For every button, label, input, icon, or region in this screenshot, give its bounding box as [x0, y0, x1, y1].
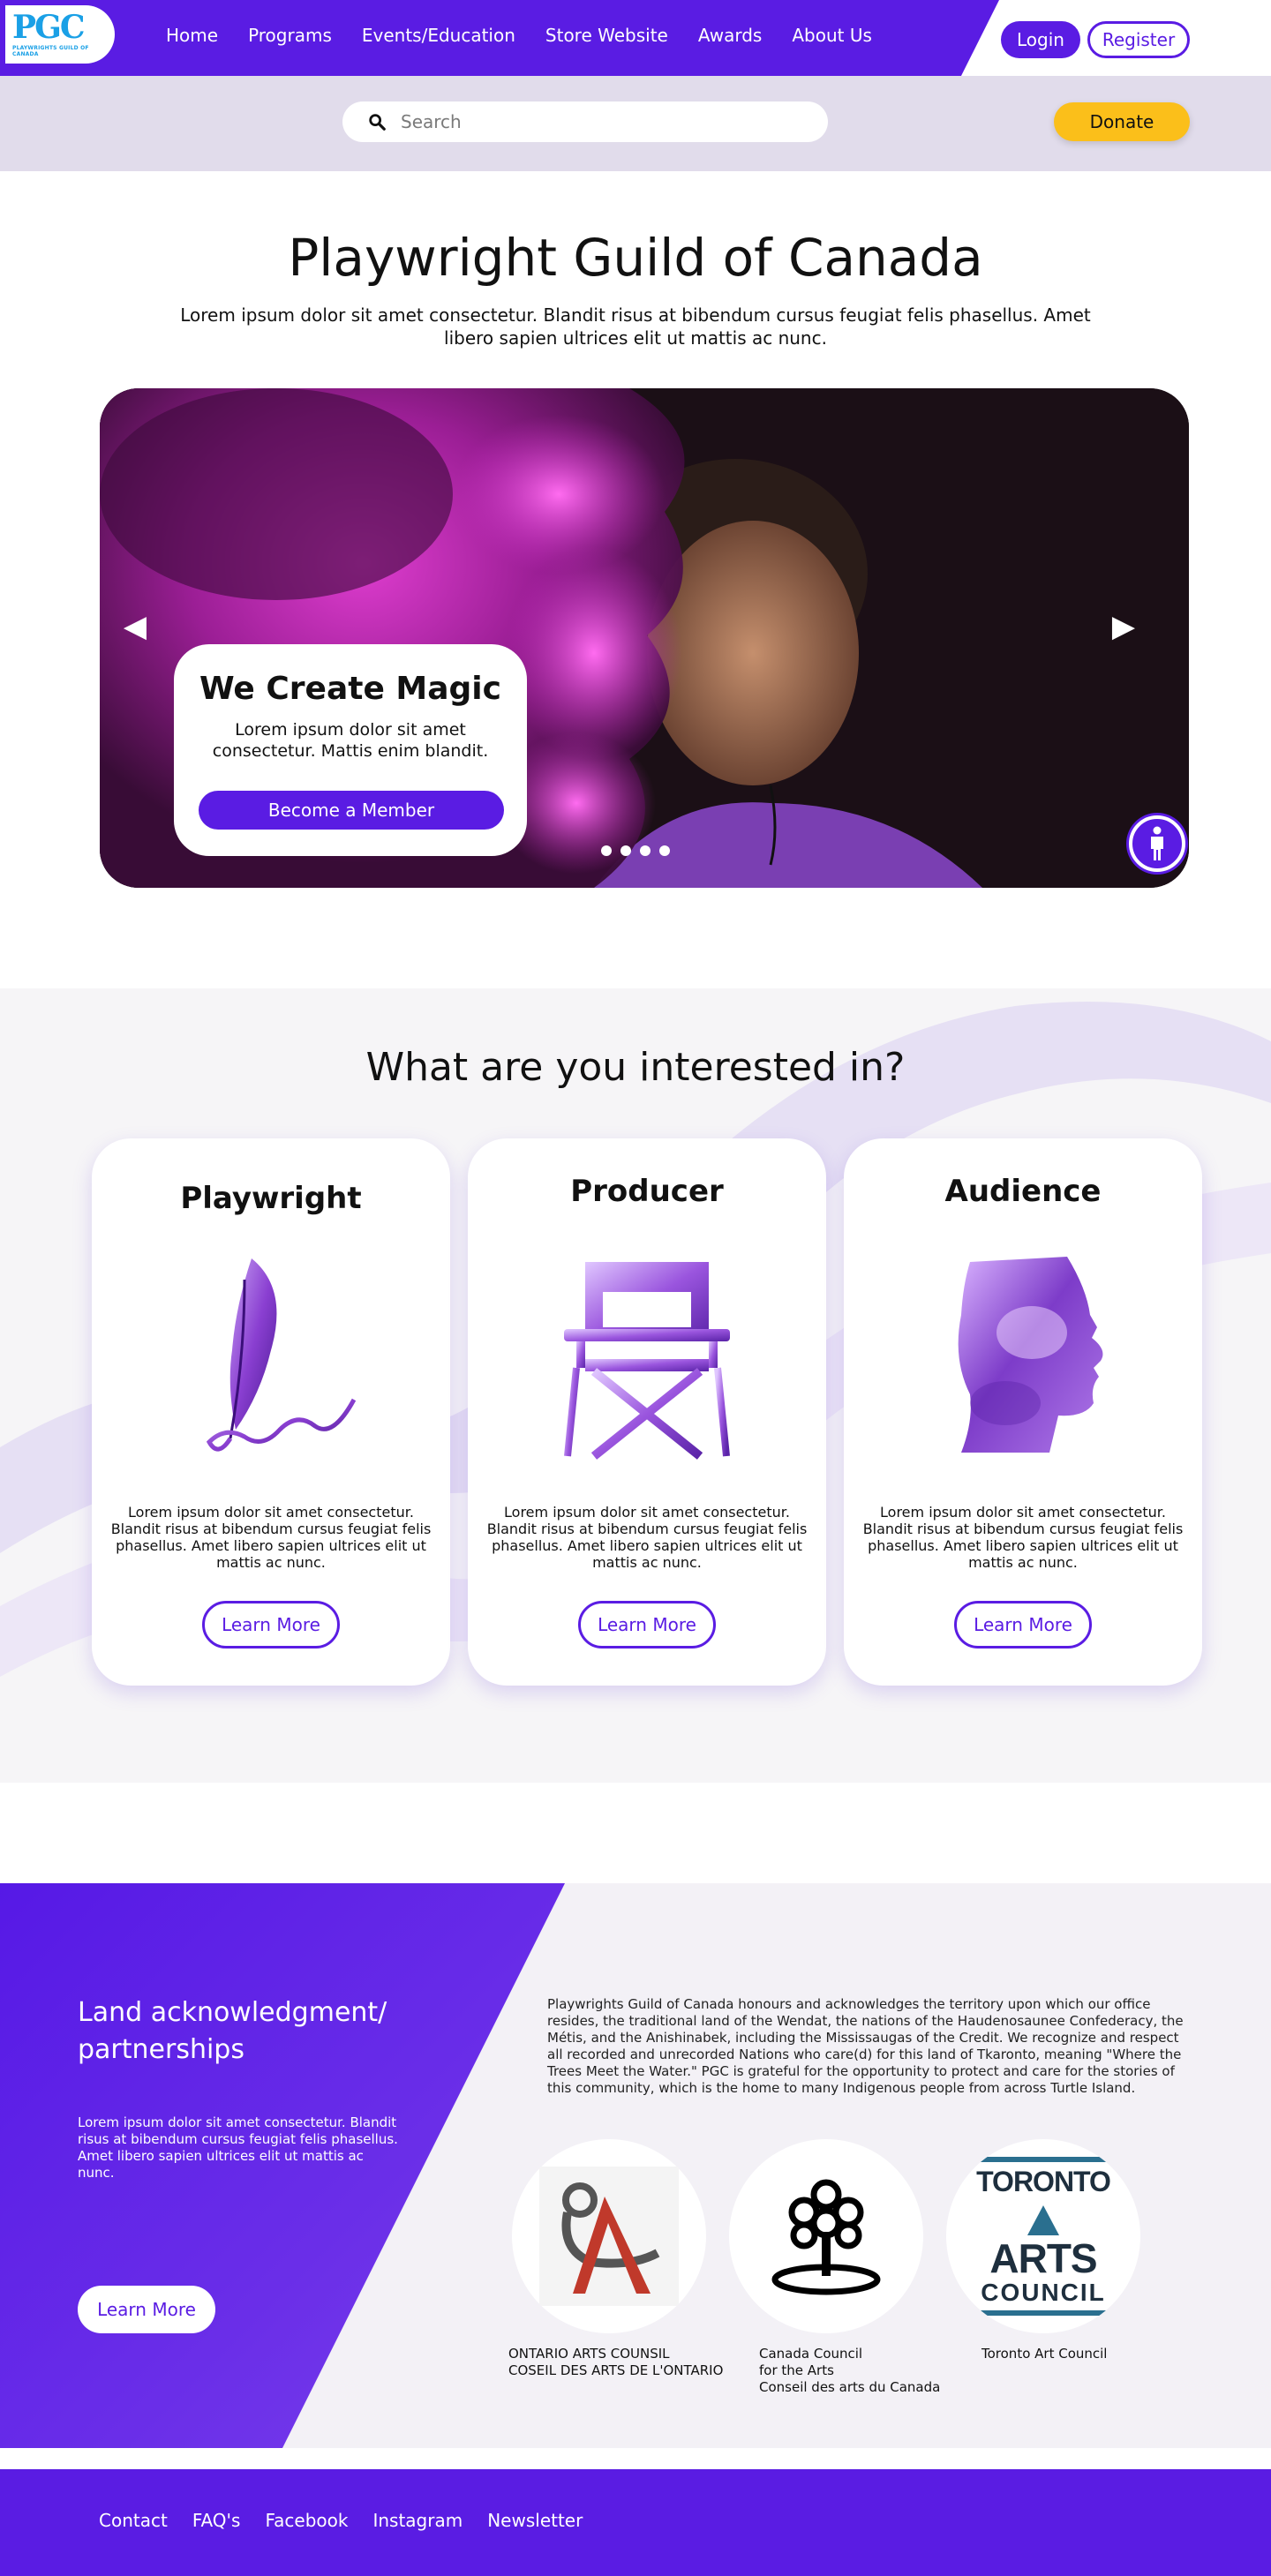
logo-rule-bottom — [974, 2310, 1112, 2316]
slide-card: We Create Magic Lorem ipsum dolor sit am… — [174, 644, 527, 856]
donate-button[interactable]: Donate — [1054, 102, 1190, 141]
footer-links: Contact FAQ's Facebook Instagram Newslet… — [99, 2510, 583, 2531]
land-description: Lorem ipsum dolor sit amet consectetur. … — [78, 2114, 398, 2181]
partner-label-line: Conseil des arts du Canada — [759, 2379, 941, 2395]
logo-rule-top — [974, 2157, 1112, 2162]
logo-word-council: COUNCIL — [981, 2279, 1106, 2306]
hero-description: Lorem ipsum dolor sit amet consectetur. … — [180, 304, 1091, 349]
carousel-dot-1[interactable] — [601, 845, 612, 856]
search-band: Donate — [0, 76, 1271, 171]
hero-carousel: ◀ ▶ We Create Magic Lorem ipsum dolor si… — [100, 388, 1189, 888]
learn-more-button[interactable]: Learn More — [578, 1601, 716, 1648]
accessibility-button[interactable] — [1129, 815, 1185, 872]
human-profile-icon — [958, 1257, 1103, 1453]
partner-label-toronto: Toronto Art Council — [981, 2346, 1107, 2362]
nav-link-home[interactable]: Home — [166, 25, 218, 46]
ontario-arts-council-logo — [539, 2167, 679, 2306]
become-member-button[interactable]: Become a Member — [199, 791, 504, 830]
main-nav: Home Programs Events/Education Store Web… — [166, 25, 872, 46]
search-bar[interactable] — [342, 101, 828, 142]
interests-heading: What are you interested in? — [365, 1045, 906, 1090]
partner-logo-canada-council[interactable] — [729, 2139, 923, 2333]
logo-triangle-icon — [1027, 2205, 1059, 2235]
footer-link-newsletter[interactable]: Newsletter — [487, 2510, 583, 2531]
carousel-dot-4[interactable] — [659, 845, 670, 856]
register-button[interactable]: Register — [1087, 21, 1190, 58]
carousel-dots — [601, 845, 670, 856]
partner-label-line: Canada Council — [759, 2346, 863, 2362]
nav-link-programs[interactable]: Programs — [248, 25, 332, 46]
logo-word-toronto: TORONTO — [976, 2166, 1111, 2197]
partner-label-ontario: ONTARIO ARTS COUNSIL COSEIL DES ARTS DE … — [508, 2346, 723, 2379]
slide-text: Lorem ipsum dolor sit amet consectetur. … — [212, 720, 489, 761]
carousel-next-icon[interactable]: ▶ — [1106, 609, 1141, 644]
partner-label-line: for the Arts — [759, 2362, 834, 2378]
logo-subtext: PLAYWRIGHTS GUILD OF CANADA — [12, 45, 89, 57]
land-acknowledgment-section: Land acknowledgment/ partnerships Lorem … — [0, 1883, 1271, 2448]
nav-link-awards[interactable]: Awards — [698, 25, 762, 46]
director-chair-icon — [564, 1262, 730, 1460]
card-description: Lorem ipsum dolor sit amet consectetur. … — [110, 1504, 432, 1571]
land-heading: Land acknowledgment/ partnerships — [78, 1997, 387, 2065]
interest-card-playwright: Playwright Lorem ipsum dolor sit amet co… — [92, 1138, 450, 1686]
top-navigation: PGC PLAYWRIGHTS GUILD OF CANADA Home Pro… — [0, 0, 1271, 76]
learn-more-button[interactable]: Learn More — [954, 1601, 1092, 1648]
canada-council-tree-logo — [771, 2179, 881, 2295]
search-input[interactable] — [401, 111, 807, 132]
footer: Contact FAQ's Facebook Instagram Newslet… — [0, 2469, 1271, 2576]
nav-link-store-website[interactable]: Store Website — [545, 25, 668, 46]
carousel-dot-2[interactable] — [620, 845, 631, 856]
card-description: Lorem ipsum dolor sit amet consectetur. … — [486, 1504, 808, 1571]
partner-label-canada: Canada Council for the Arts Conseil des … — [759, 2346, 940, 2396]
card-title: Producer — [570, 1174, 724, 1209]
search-icon — [369, 114, 386, 131]
quill-pen-icon — [206, 1258, 357, 1452]
card-title: Playwright — [180, 1181, 362, 1216]
land-learn-more-button[interactable]: Learn More — [78, 2286, 215, 2333]
slide-title: We Create Magic — [199, 671, 501, 707]
footer-link-contact[interactable]: Contact — [99, 2510, 168, 2531]
partner-label-line: Toronto Art Council — [981, 2346, 1108, 2362]
card-description: Lorem ipsum dolor sit amet consectetur. … — [862, 1504, 1184, 1571]
partner-label-line: COSEIL DES ARTS DE L'ONTARIO — [508, 2362, 724, 2378]
interest-card-producer: Producer Lorem ipsum dolor sit amet cons… — [468, 1138, 826, 1686]
footer-link-instagram[interactable]: Instagram — [372, 2510, 463, 2531]
footer-link-facebook[interactable]: Facebook — [265, 2510, 348, 2531]
land-acknowledgment-text: Playwrights Guild of Canada honours and … — [547, 1996, 1184, 2096]
carousel-dot-3[interactable] — [640, 845, 651, 856]
card-title: Audience — [944, 1174, 1102, 1209]
learn-more-button[interactable]: Learn More — [202, 1601, 340, 1648]
accessibility-person-icon — [1151, 826, 1163, 860]
carousel-prev-icon[interactable]: ◀ — [117, 609, 153, 644]
page-title: Playwright Guild of Canada — [288, 228, 983, 288]
interests-section: What are you interested in? Playwright L… — [0, 988, 1271, 1783]
logo-word-arts: ARTS — [974, 2197, 1112, 2279]
nav-link-events-education[interactable]: Events/Education — [362, 25, 515, 46]
pgc-logo[interactable]: PGC PLAYWRIGHTS GUILD OF CANADA — [5, 5, 115, 64]
partner-label-line: ONTARIO ARTS COUNSIL — [508, 2346, 670, 2362]
footer-link-faqs[interactable]: FAQ's — [192, 2510, 241, 2531]
interest-card-audience: Audience Lorem ipsum dolor sit amet cons… — [844, 1138, 1202, 1686]
login-button[interactable]: Login — [1001, 21, 1080, 58]
logo-mark: PGC — [12, 9, 85, 46]
toronto-arts-council-logo: TORONTO ARTS COUNCIL — [974, 2157, 1112, 2316]
nav-link-about-us[interactable]: About Us — [792, 25, 872, 46]
partner-logo-toronto-arts-council[interactable]: TORONTO ARTS COUNCIL — [946, 2139, 1140, 2333]
partner-logo-ontario-arts-council[interactable] — [512, 2139, 706, 2333]
